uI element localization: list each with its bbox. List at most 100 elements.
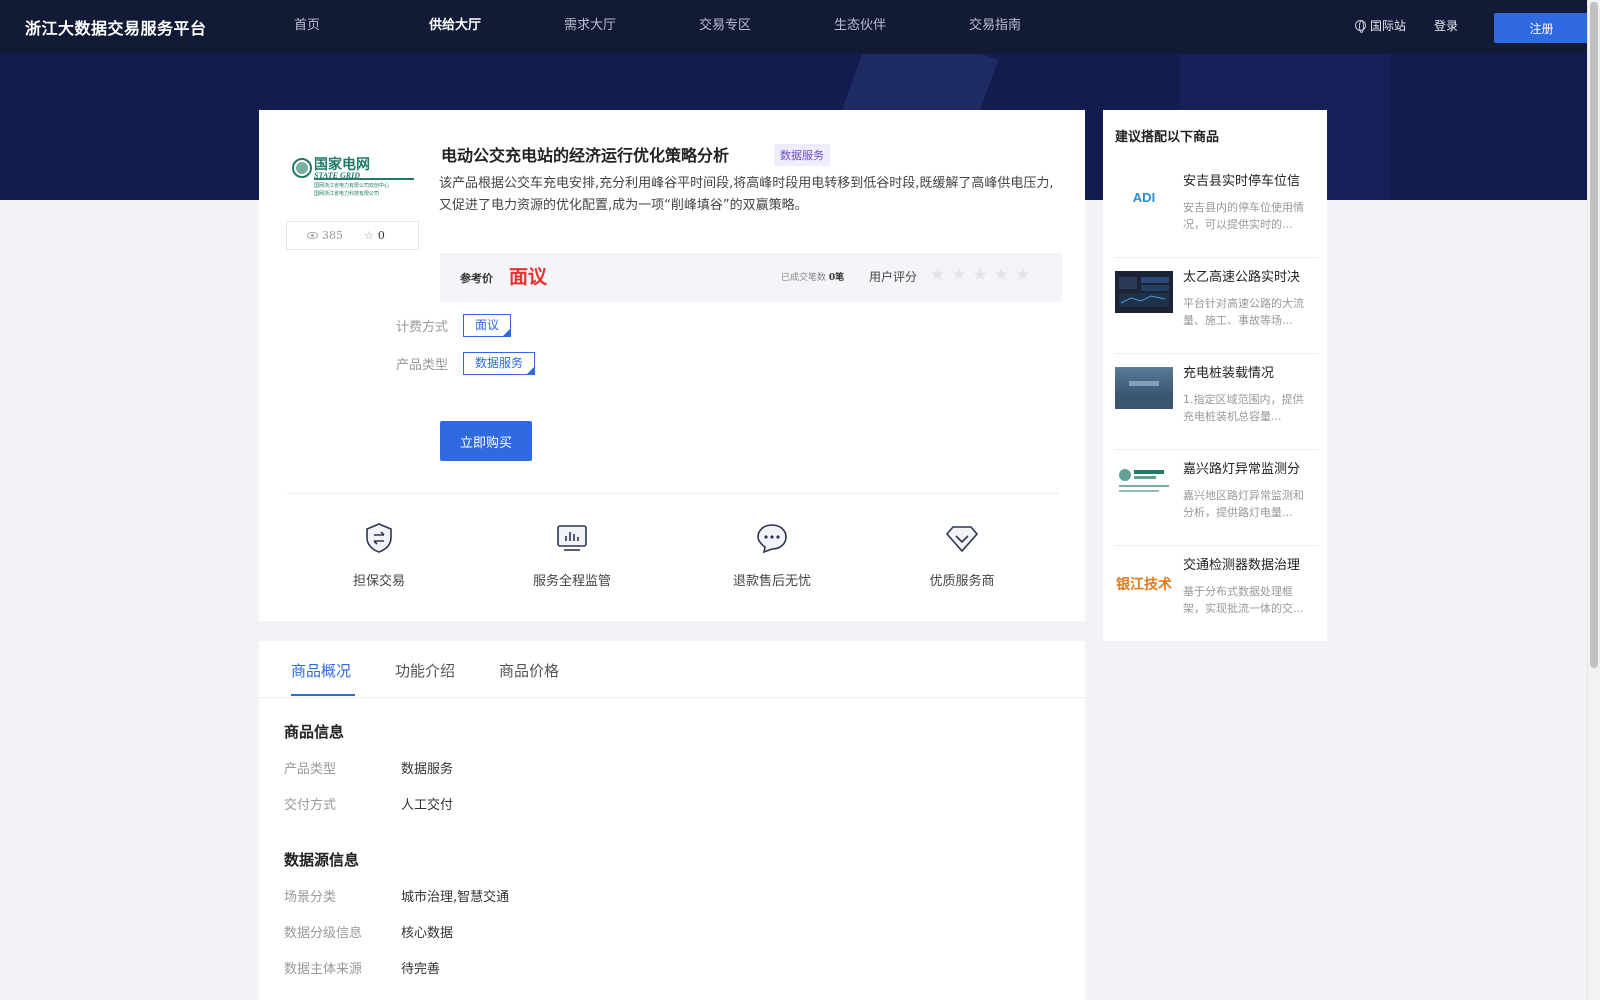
star-icon: ★ [951,265,967,285]
deal-count: 已成交笔数 0笔 [781,270,844,283]
product-thumbnail [1115,271,1173,313]
product-thumbnail: 银江技术 [1115,559,1173,601]
star-icon: ★ [930,265,946,285]
recommendation-item[interactable]: 充电桩装载情况 1.指定区域范围内，提供充电桩装机总容量... [1115,354,1319,450]
detail-tabs: 商品概况 功能介绍 商品价格 [259,641,1085,698]
yinjiang-logo-text: 银江技术 [1116,576,1172,593]
product-title: 电动公交充电站的经济运行优化策略分析 [441,146,730,165]
register-button[interactable]: 注册 [1494,13,1589,43]
billing-option[interactable]: 面议 [463,314,512,337]
deal-count-label: 已成交笔数 [781,273,827,283]
star-icon: ★ [1015,265,1031,285]
chat-bubble-icon [757,524,787,554]
info-value: 待完善 [401,962,441,977]
product-details-card: 商品概况 功能介绍 商品价格 商品信息 产品类型 数据服务 交付方式 人工交付 … [259,641,1085,1000]
tab-features[interactable]: 功能介绍 [395,660,455,681]
adi-logo-icon: ADI [1133,190,1155,205]
feature-quality-provider: 优质服务商 [902,521,1022,589]
info-label: 数据分级信息 [284,926,363,941]
info-label: 交付方式 [284,798,337,813]
logo-sub1: 国网浙江省电力有限公司双创中心 [314,183,390,189]
buy-now-button[interactable]: 立即购买 [440,421,532,461]
recommendation-name: 充电桩装载情况 [1183,366,1275,381]
deal-count-value: 0笔 [828,273,845,283]
recommendation-panel: 建议搭配以下商品 ADI 安吉县实时停车位信 安吉县内的停车位使用情况，可以提供… [1103,110,1327,641]
nav-trade-zone[interactable]: 交易专区 [699,0,834,54]
info-value: 人工交付 [401,798,454,813]
recommendation-desc: 1.指定区域范围内，提供充电桩装机总容量... [1183,393,1304,423]
recommendation-item[interactable]: 银江技术 交通检测器数据治理 基于分布式数据处理框架，实现批流一体的交... [1115,546,1319,642]
diamond-check-icon [945,526,979,553]
view-count-value: 385 [322,229,343,242]
recommendation-desc: 基于分布式数据处理框架，实现批流一体的交... [1183,585,1304,615]
feature-label: 担保交易 [352,574,405,589]
monitor-chart-icon [557,525,587,551]
rating-label: 用户评分 [869,270,918,284]
star-outline-icon: ☆ [364,229,374,242]
info-label: 数据主体来源 [284,962,363,977]
recommendation-desc: 嘉兴地区路灯异常监测和分析，提供路灯电量... [1183,489,1304,519]
price-label: 参考价 [460,272,493,285]
favorite-count-value: 0 [377,229,385,242]
nav-home[interactable]: 首页 [294,0,429,54]
feature-refund: 退款售后无忧 [712,521,832,589]
active-tab-indicator [291,694,355,696]
recommendation-title: 建议搭配以下商品 [1115,130,1220,145]
logo-sub2: 国网浙江省电力科技有限公司 [314,191,380,197]
provider-logo: 国家电网 STATE GRID 国网浙江省电力有限公司双创中心 国网浙江省电力科… [286,152,420,212]
divider [286,493,1059,494]
tab-overview[interactable]: 商品概况 [291,660,351,681]
feature-label: 优质服务商 [929,574,995,589]
product-description: 该产品根据公交车充电安排,充分利用峰谷平时间段,将高峰时段用电转移到低谷时段,既… [439,176,1054,213]
dashboard-thumbnail-icon [1119,277,1169,307]
star-icon: ★ [993,265,1009,285]
yinjiang-logo-icon: 银江技术 [1116,576,1172,593]
price-value: 面议 [509,266,548,288]
recommendation-item[interactable]: 太乙高速公路实时决 平台针对高速公路的大流量、施工、事故等场... [1115,258,1319,354]
product-thumbnail [1115,367,1173,409]
feature-label: 服务全程监管 [532,574,611,589]
international-site-link[interactable]: 国际站 [1355,17,1406,34]
info-value: 数据服务 [401,762,454,777]
top-navbar: 浙江大数据交易服务平台 首页 供给大厅 需求大厅 交易专区 生态伙伴 交易指南 … [0,0,1589,54]
login-link[interactable]: 登录 [1434,17,1458,34]
billing-label: 计费方式 [396,320,449,335]
section-title: 商品信息 [284,723,345,741]
price-panel: 参考价 面议 已成交笔数 0笔 用户评分 ★ ★ ★ ★ ★ [440,253,1062,302]
globe-icon [1355,20,1366,33]
scrollbar-thumb[interactable] [1590,2,1598,668]
intl-label: 国际站 [1370,19,1407,33]
nav-demand-hall[interactable]: 需求大厅 [564,0,699,54]
adi-logo-text: ADI [1133,190,1155,205]
nav-partners[interactable]: 生态伙伴 [834,0,969,54]
charging-photo-icon [1115,381,1173,409]
type-option[interactable]: 数据服务 [463,352,536,375]
product-card: 国家电网 STATE GRID 国网浙江省电力有限公司双创中心 国网浙江省电力科… [259,110,1085,621]
recommendation-item[interactable]: 嘉兴路灯异常监测分 嘉兴地区路灯异常监测和分析，提供路灯电量... [1115,450,1319,546]
logo-divider [314,178,414,180]
recommendation-name: 太乙高速公路实时决 [1183,270,1301,285]
recommendation-name: 安吉县实时停车位信 [1183,174,1301,189]
feature-label: 退款售后无忧 [732,574,811,589]
product-stats: 385 ☆ 0 [286,221,419,250]
logo-subtitle: 国网浙江省电力有限公司双创中心 国网浙江省电力科技有限公司 [314,182,389,198]
main-nav: 首页 供给大厅 需求大厅 交易专区 生态伙伴 交易指南 [294,0,1104,54]
shield-exchange-icon [366,523,392,553]
section-title: 数据源信息 [284,851,360,869]
favorite-count[interactable]: ☆ 0 [364,229,385,242]
state-grid-emblem-icon [292,158,312,178]
nav-supply-hall[interactable]: 供给大厅 [429,0,564,54]
tab-pricing[interactable]: 商品价格 [499,660,559,681]
product-category-badge: 数据服务 [774,144,830,166]
page-scrollbar[interactable] [1587,0,1600,1000]
nav-guide[interactable]: 交易指南 [969,0,1104,54]
feature-guarantee: 担保交易 [319,521,439,589]
info-value: 核心数据 [401,926,454,941]
platform-brand[interactable]: 浙江大数据交易服务平台 [25,15,207,39]
info-label: 产品类型 [284,762,337,777]
star-icon: ★ [972,265,988,285]
recommendation-item[interactable]: ADI 安吉县实时停车位信 安吉县内的停车位使用情况，可以提供实时的... [1115,162,1319,258]
info-value: 城市治理,智慧交通 [401,890,510,905]
state-grid-logo-icon [1119,469,1169,492]
recommendation-desc: 安吉县内的停车位使用情况，可以提供实时的... [1183,201,1304,231]
